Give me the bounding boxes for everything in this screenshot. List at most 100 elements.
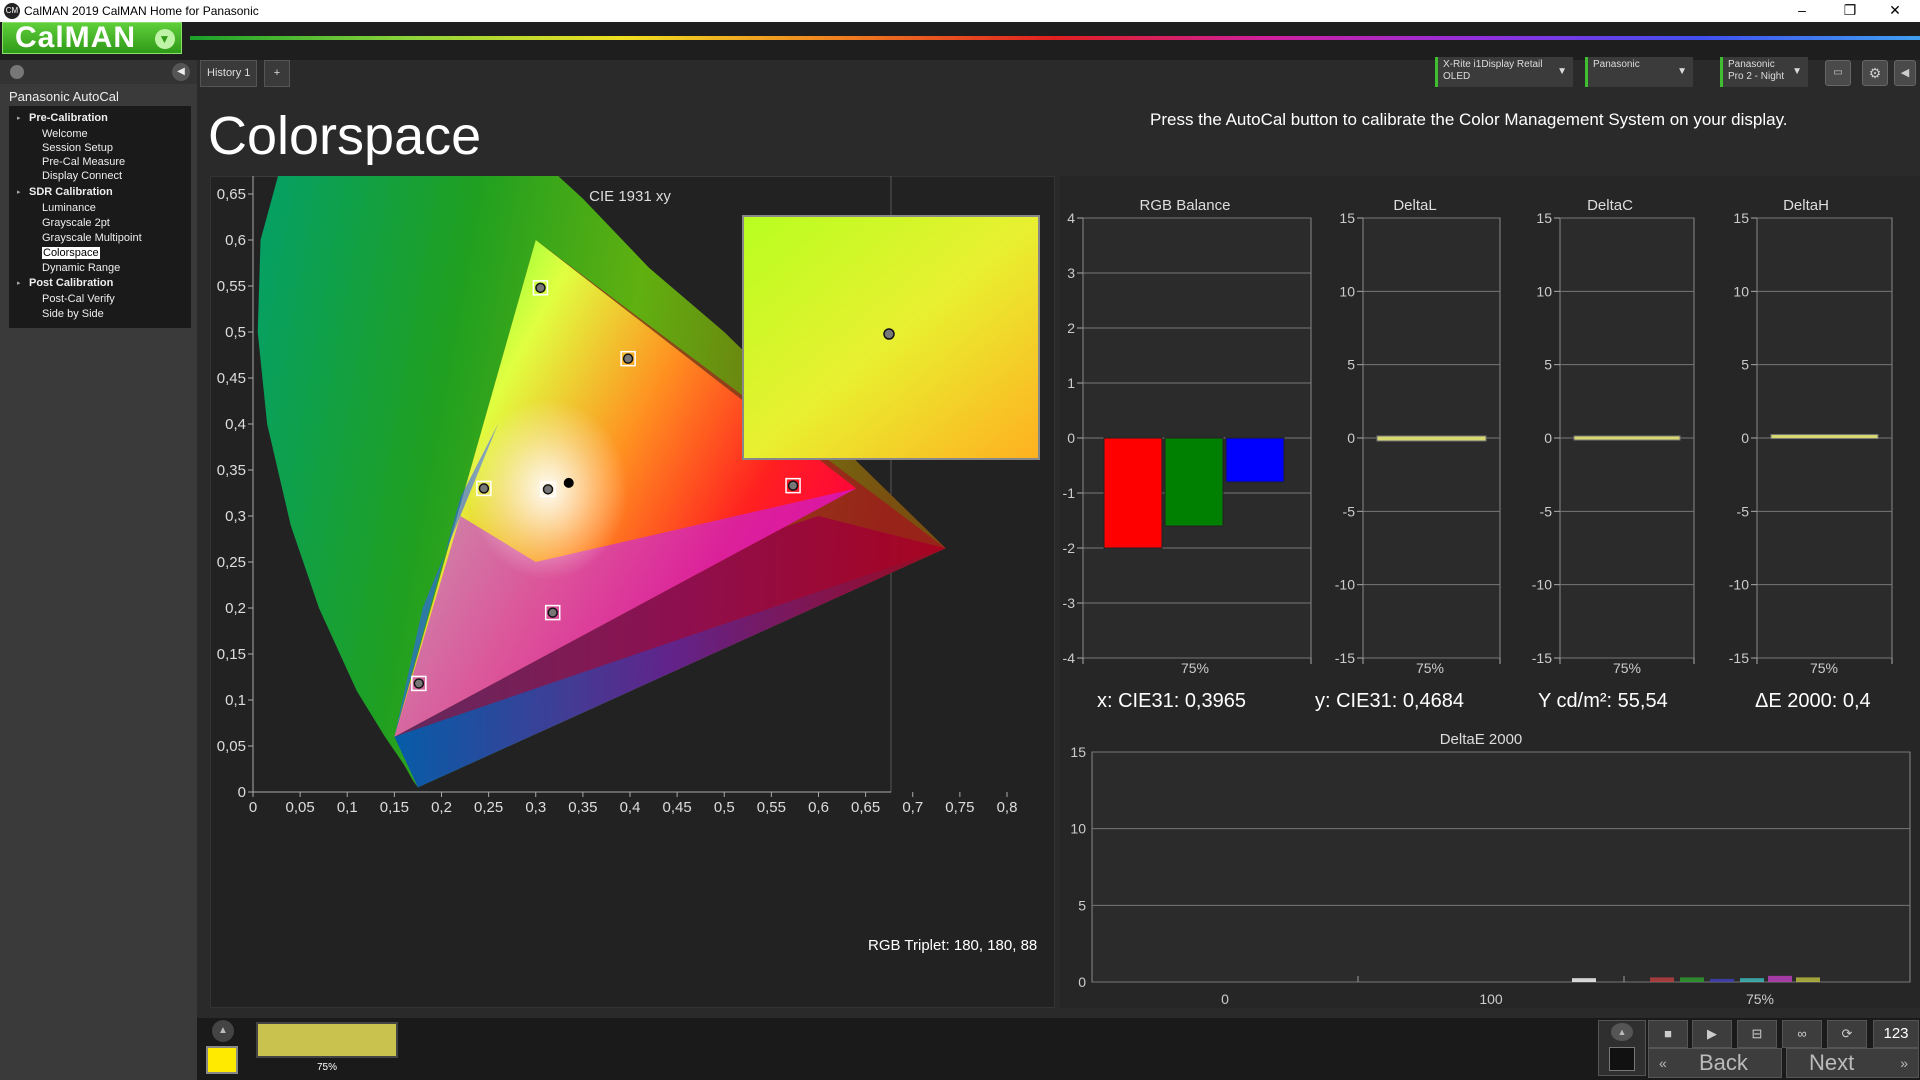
nav-item-display-connect[interactable]: Display Connect xyxy=(42,170,122,182)
continuous-read-icon[interactable]: ∞ xyxy=(1782,1020,1822,1048)
read-series-icon[interactable]: ⊟ xyxy=(1737,1020,1777,1048)
x-tick-label: 0,7 xyxy=(902,799,923,816)
charts-svg: 43210-1-2-3-4151050-5-10-15151050-5-10-1… xyxy=(1063,210,1911,1007)
expand-icon[interactable]: ▸ xyxy=(17,114,21,122)
collapse-right-icon[interactable]: ◀ xyxy=(1894,60,1916,86)
nav-item-luminance[interactable]: Luminance xyxy=(42,202,96,214)
minimize-button[interactable]: – xyxy=(1780,0,1824,22)
expand-icon[interactable]: ▸ xyxy=(17,188,21,196)
x-tick-label: 0,4 xyxy=(620,799,641,816)
rgb-balance-tick-label: 2 xyxy=(1067,320,1075,336)
nav-item-pre-cal-measure[interactable]: Pre-Cal Measure xyxy=(42,156,125,168)
deltae-bar xyxy=(1796,977,1820,982)
gear-icon[interactable]: ⚙ xyxy=(1862,60,1888,86)
meter-collapse-panel: ▲ xyxy=(1598,1020,1646,1076)
delta-l-tick-label: 10 xyxy=(1339,283,1355,299)
nav-item-post-cal-verify[interactable]: Post-Cal Verify xyxy=(42,293,115,305)
rgb-balance-tick-label: 1 xyxy=(1067,375,1075,391)
x-tick-label: 0,75 xyxy=(945,799,974,816)
nav-item-side-by-side[interactable]: Side by Side xyxy=(42,308,104,320)
deltae-plot xyxy=(1091,751,1911,983)
delta-c-tick-label: 15 xyxy=(1536,210,1552,226)
add-tab-button[interactable]: + xyxy=(264,60,290,87)
rgb-balance-title: RGB Balance xyxy=(1139,197,1231,214)
y-tick-label: 0,15 xyxy=(217,646,246,663)
nav-section-pre-calibration[interactable]: Pre-Calibration xyxy=(29,112,108,124)
rgb-bar-red xyxy=(1103,437,1163,549)
rgb-bar-blue xyxy=(1225,437,1285,483)
expand-icon[interactable]: ▸ xyxy=(17,279,21,287)
nav-item-grayscale-2pt[interactable]: Grayscale 2pt xyxy=(42,217,110,229)
nav-section-sdr-calibration[interactable]: SDR Calibration xyxy=(29,186,113,198)
delta-l-tick-label: -15 xyxy=(1335,650,1355,666)
collapse-left-icon[interactable]: ◀ xyxy=(172,63,190,81)
sidebar-title: Panasonic AutoCal xyxy=(9,89,119,104)
picture-mode-selector[interactable]: Panasonic Pro 2 - Night ▼ xyxy=(1720,57,1808,87)
readout-x: x: CIE31: 0,3965 xyxy=(1097,690,1246,712)
instruction-text: Press the AutoCal button to calibrate th… xyxy=(1150,110,1788,129)
play-icon[interactable]: ▶ xyxy=(1692,1020,1732,1048)
meter-selector[interactable]: X-Rite i1Display Retail OLED ▼ xyxy=(1435,57,1573,87)
delta-h-bar xyxy=(1770,434,1879,440)
y-tick-label: 0,6 xyxy=(225,232,246,249)
nav-item-welcome[interactable]: Welcome xyxy=(42,128,88,140)
collapse-up-icon[interactable]: ▲ xyxy=(212,1020,234,1042)
restore-button[interactable]: ❐ xyxy=(1828,0,1872,22)
delta-h-tick-label: 0 xyxy=(1741,430,1749,446)
nav-item-colorspace[interactable]: Colorspace xyxy=(42,247,100,259)
cie-diagram[interactable]: 0 0,05 0,1 0,15 0,2 0,25 0,3 0,35 0,4 0,45 0,5 0,55… xyxy=(210,176,1055,1008)
app-icon: CM xyxy=(4,3,20,19)
back-button[interactable]: « Back xyxy=(1648,1048,1782,1078)
x-tick-label: 0,5 xyxy=(714,799,735,816)
display-name: Panasonic xyxy=(1593,59,1640,70)
pin-icon[interactable] xyxy=(10,65,24,79)
next-button[interactable]: Next » xyxy=(1786,1048,1919,1078)
y-tick-label: 0 xyxy=(238,784,246,801)
meter-mode: OLED xyxy=(1443,71,1471,82)
nav-section-post-calibration[interactable]: Post Calibration xyxy=(29,277,113,289)
delta-c-tick-label: 10 xyxy=(1536,283,1552,299)
color-swatch-wide xyxy=(256,1022,398,1058)
nav-item-grayscale-multipoint[interactable]: Grayscale Multipoint xyxy=(42,232,142,244)
color-swatch-small xyxy=(206,1046,238,1074)
x-tick-label: 0,1 xyxy=(337,799,358,816)
measured-point xyxy=(542,484,554,495)
x-tick-label: 0,35 xyxy=(568,799,597,816)
delta-l-tick-label: 5 xyxy=(1347,357,1355,373)
chevron-down-icon: ▼ xyxy=(1557,66,1567,77)
collapse-up-icon[interactable]: ▲ xyxy=(1611,1023,1633,1041)
close-button[interactable]: ✕ xyxy=(1873,0,1917,22)
swatch-label: 75% xyxy=(316,1062,337,1073)
deltae-bar xyxy=(1650,977,1674,982)
x-tick-label: 0,2 xyxy=(431,799,452,816)
rgb-balance-tick-label: -3 xyxy=(1063,595,1076,611)
deltae-x-label: 0 xyxy=(1221,991,1229,1007)
display-control-icon[interactable]: ▭ xyxy=(1825,60,1851,86)
deltae-bar xyxy=(1710,978,1734,982)
x-tick-label: 0,6 xyxy=(808,799,829,816)
x-tick-label: 0,55 xyxy=(757,799,786,816)
deltae-bar xyxy=(1740,978,1764,982)
delta-c-tick-label: -15 xyxy=(1532,650,1552,666)
nav-item-dynamic-range[interactable]: Dynamic Range xyxy=(42,262,120,274)
delta-l-tick-label: 15 xyxy=(1339,210,1355,226)
chevron-down-icon: ▼ xyxy=(155,29,175,49)
y-tick-label: 0,2 xyxy=(225,600,246,617)
counter-button[interactable]: 123 xyxy=(1873,1020,1919,1048)
header-bar xyxy=(0,22,1920,60)
x-tick-label: 0,65 xyxy=(851,799,880,816)
deltae-x-label: 100 xyxy=(1479,991,1503,1007)
refresh-icon[interactable]: ⟳ xyxy=(1827,1020,1867,1048)
cie-title: CIE 1931 xy xyxy=(589,188,671,205)
back-label: Back xyxy=(1699,1050,1748,1075)
x-tick-label: 0,25 xyxy=(474,799,503,816)
y-tick-label: 0,05 xyxy=(217,738,246,755)
deltae-bar xyxy=(1572,978,1596,982)
calman-logo-button[interactable]: CalMAN ▼ xyxy=(2,22,182,54)
y-tick-label: 0,5 xyxy=(225,324,246,341)
stop-icon[interactable]: ■ xyxy=(1648,1020,1688,1048)
tab-history-1[interactable]: History 1 xyxy=(200,60,258,87)
display-selector[interactable]: Panasonic ▼ xyxy=(1585,57,1693,87)
measured-point xyxy=(787,480,799,491)
nav-item-session-setup[interactable]: Session Setup xyxy=(42,142,113,154)
